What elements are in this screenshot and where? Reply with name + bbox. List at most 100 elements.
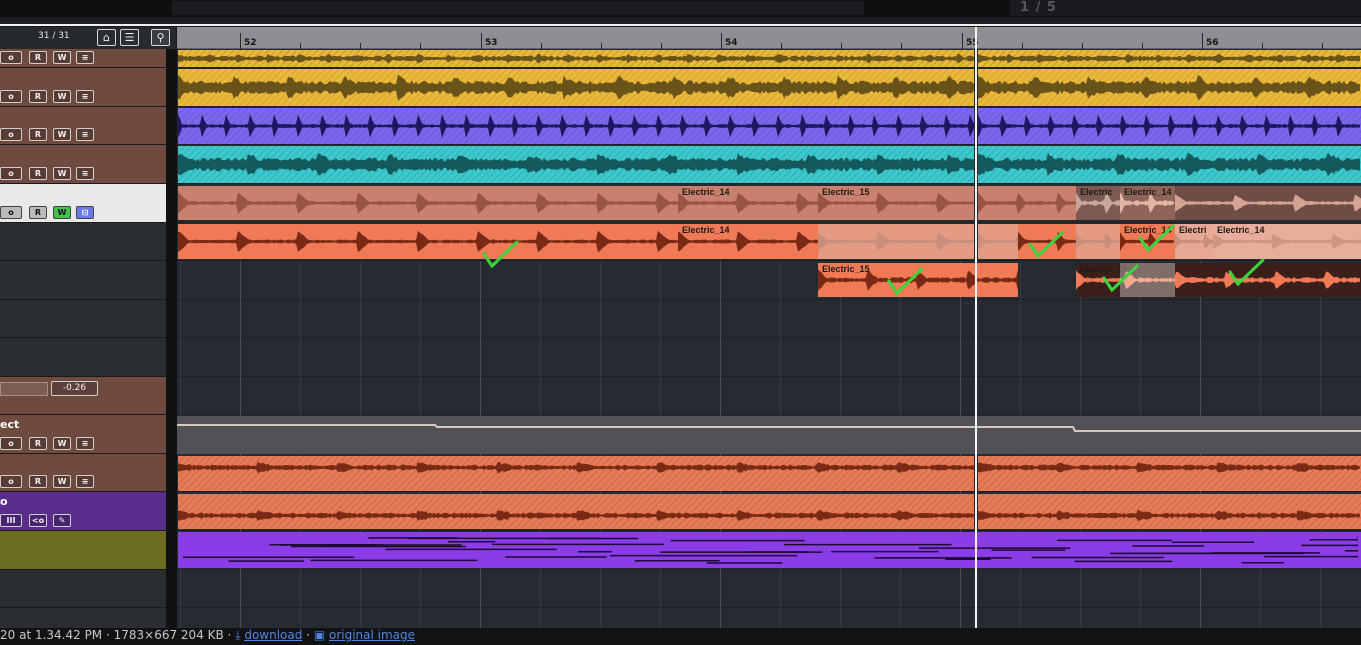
audio-clip[interactable]: Electric_14 [1120,186,1175,220]
audio-clip[interactable] [818,224,974,259]
monitor-button[interactable]: o [0,51,22,64]
audio-clip[interactable] [1175,186,1361,220]
track-lane[interactable] [177,570,1361,608]
read-button[interactable]: R [29,206,47,219]
read-button[interactable]: R [29,167,47,180]
lanes-button[interactable]: ≡ [76,90,94,103]
lanes-button[interactable]: ≡ [76,51,94,64]
audio-clip[interactable] [978,146,1361,183]
midi-meter-button[interactable]: III [0,514,22,527]
audio-clip[interactable] [978,224,1018,259]
monitor-button[interactable]: o [0,206,22,219]
write-button[interactable]: W [53,90,71,103]
original-image-link[interactable]: original image [329,628,415,642]
download-link[interactable]: download [244,628,302,642]
write-button[interactable]: W [53,167,71,180]
track-header[interactable]: o R W ≡ [0,145,166,184]
ruler-bar-tick [240,33,241,49]
read-button[interactable]: R [29,128,47,141]
clip-name: Electri [1179,225,1207,235]
audio-clip[interactable] [978,69,1361,106]
track-header[interactable]: o R W ≡ [0,454,166,492]
download-icon[interactable]: ⤓ [235,628,240,642]
lanes-button[interactable]: ≡ [76,437,94,450]
timeline-ruler[interactable]: 52 53 54 55 56 [177,27,1361,49]
lanes-button[interactable]: ≡ [76,475,94,488]
top-bar: 1 / 5 [0,0,1361,17]
playhead-cursor[interactable] [975,27,977,628]
track-lane[interactable] [177,338,1361,377]
monitor-button[interactable]: o [0,437,22,450]
track-header[interactable]: ect o R W ≡ [0,415,166,454]
track-header[interactable] [0,338,166,377]
audio-clip[interactable]: Electric_14 [678,224,818,259]
audio-clip[interactable] [978,108,1361,144]
track-header[interactable] [0,570,166,608]
track-header[interactable] [0,261,166,300]
search-icon[interactable]: ⚲ [151,29,170,46]
automation-lane[interactable] [177,416,1361,454]
track-header[interactable]: o R W ⊟ [0,184,166,223]
waveform [178,153,974,176]
audio-clip[interactable] [178,456,974,491]
track-header[interactable]: o R W ≡ [0,107,166,145]
input-button[interactable]: <o [29,514,47,527]
write-button[interactable]: W [53,206,71,219]
monitor-button[interactable]: o [0,90,22,103]
lanes-button[interactable]: ≡ [76,128,94,141]
track-list-separator[interactable] [166,49,177,628]
audio-clip[interactable]: Electric [1076,186,1120,220]
monitor-button[interactable]: o [0,128,22,141]
track-lane[interactable] [177,300,1361,338]
read-button[interactable]: R [29,437,47,450]
audio-clip[interactable] [178,224,678,259]
automation-slider[interactable] [0,382,48,396]
home-icon[interactable]: ⌂ [97,29,116,46]
automation-value[interactable]: -0.26 [51,381,98,396]
audio-clip[interactable] [178,108,974,144]
write-button[interactable]: W [53,475,71,488]
audio-clip[interactable]: Electri [1175,224,1213,259]
lanes-button[interactable]: ⊟ [76,206,94,219]
write-button[interactable]: W [53,437,71,450]
audio-clip[interactable] [978,456,1361,491]
audio-clip[interactable] [1076,224,1120,259]
audio-clip[interactable] [178,146,974,183]
audio-clip[interactable]: Electric_14 [678,186,818,220]
read-button[interactable]: R [29,51,47,64]
read-button[interactable]: R [29,90,47,103]
waveform [978,53,1360,64]
audio-clip[interactable] [178,50,974,67]
track-lane[interactable] [177,377,1361,415]
track-header[interactable]: -0.26 [0,377,166,415]
lanes-button[interactable]: ≡ [76,167,94,180]
monitor-button[interactable]: o [0,475,22,488]
audio-clip[interactable] [978,186,1076,220]
audio-clip[interactable] [978,50,1361,67]
write-button[interactable]: W [53,51,71,64]
read-button[interactable]: R [29,475,47,488]
image-icon[interactable]: ▣ [314,628,325,642]
list-icon[interactable]: ☰ [120,29,139,46]
audio-clip[interactable] [178,494,974,529]
write-button[interactable]: W [53,128,71,141]
track-header[interactable] [0,300,166,338]
audio-clip[interactable] [178,69,974,106]
audio-clip[interactable] [978,494,1361,529]
edit-button[interactable]: ✎ [53,514,71,527]
track-header[interactable] [0,223,166,261]
track-name: ect [0,418,20,431]
ruler-bar-tick [481,33,482,49]
arrangement-view[interactable]: Electric_14 Electric_15 Electric Electric_1… [177,49,1361,628]
monitor-button[interactable]: o [0,167,22,180]
audio-clip[interactable]: Electric_14 [1213,224,1361,259]
track-header[interactable]: o III <o ✎ [0,492,166,531]
track-header[interactable]: o R W ≡ [0,49,166,68]
audio-clip[interactable]: Electric_15 [818,186,974,220]
audio-clip[interactable] [178,186,678,220]
track-header[interactable]: o R W ≡ [0,68,166,107]
image-info-footer: 20 at 1.34.42 PM · 1783×667 204 KB · ⤓ d… [0,628,1361,645]
midi-clip[interactable] [178,532,1361,568]
track-header[interactable] [0,531,166,570]
waveform [178,114,974,138]
